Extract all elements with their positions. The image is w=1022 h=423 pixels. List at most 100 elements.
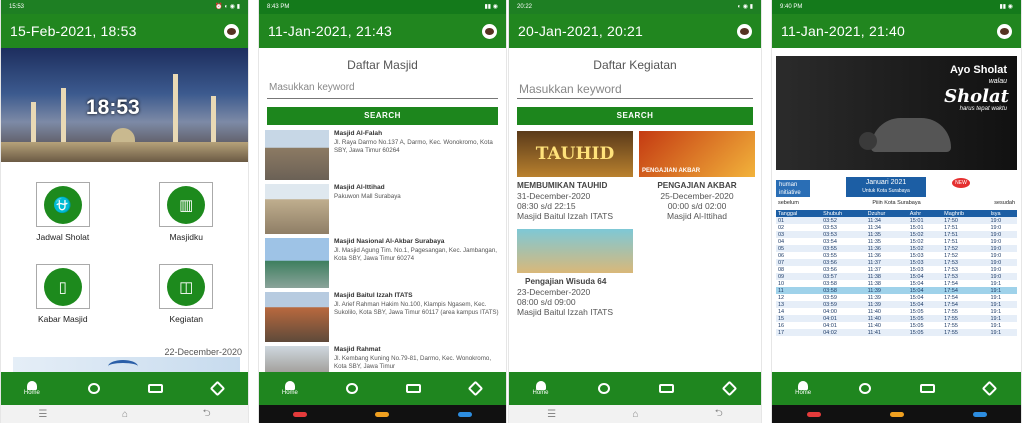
search-button[interactable]: SEARCH <box>517 107 753 125</box>
event-card[interactable]: TAUHID MEMBUMIKAN TAUHID 31-December-202… <box>517 131 633 221</box>
minaret-shape <box>173 74 178 144</box>
nav-home[interactable]: Home <box>788 381 818 396</box>
menu-masjidku[interactable]: ▥ Masjidku <box>125 182 249 242</box>
table-cell: 11:38 <box>865 273 908 280</box>
home-key-icon[interactable]: ⌂ <box>632 409 638 420</box>
nav-clock[interactable] <box>589 383 619 394</box>
avatar-icon[interactable] <box>997 23 1012 39</box>
tile-frame: ⛎ <box>35 182 90 227</box>
nav-pill[interactable] <box>975 380 1005 397</box>
table-cell: 11:40 <box>867 308 881 315</box>
bottom-nav: Home <box>772 372 1021 405</box>
table-cell: 11:39 <box>867 294 881 301</box>
table-cell: 15:02 <box>907 245 943 252</box>
nav-dot-red[interactable] <box>293 411 308 417</box>
tile-frame: ▯ <box>35 264 90 309</box>
avatar-icon[interactable] <box>737 23 752 39</box>
back-key-icon[interactable]: ⮌ <box>203 406 211 423</box>
search-input[interactable]: Masukkan keyword <box>517 80 753 99</box>
menu-label: Kegiatan <box>169 314 204 324</box>
nav-home[interactable]: Home <box>526 381 556 396</box>
ad-banner[interactable] <box>13 357 240 372</box>
nav-dot-orange[interactable] <box>889 411 904 417</box>
nav-home[interactable]: Home <box>17 381 47 396</box>
table-cell: 17:53 <box>942 273 989 280</box>
search-input[interactable]: Masukkan keyword <box>267 80 498 99</box>
table-row: 17 04:02 11:41 15:05 17:55 19:1 <box>776 329 1017 336</box>
clock-icon <box>859 383 872 394</box>
table-cell: 19:1 <box>988 287 1017 294</box>
masjid-address: Jl. Kembang Kuning No.79-81, Darmo, Kec.… <box>334 355 492 370</box>
nav-pill[interactable] <box>460 380 490 397</box>
minaret-shape <box>31 102 36 144</box>
menu-key-icon[interactable]: ☰ <box>38 409 47 420</box>
nav-book[interactable] <box>652 384 682 393</box>
nav-clock[interactable] <box>79 383 109 394</box>
event-date: 31-December-2020 <box>517 191 591 201</box>
avatar-icon[interactable] <box>482 23 497 39</box>
search-button[interactable]: SEARCH <box>267 107 498 125</box>
masjid-address: Jl. Arief Rahman Hakim No.100, Klampis N… <box>334 301 499 316</box>
event-time: 08:30 s/d 22:15 <box>517 201 576 211</box>
nav-book[interactable] <box>140 384 170 393</box>
table-cell: 03:53 <box>821 231 866 238</box>
table-cell: 17:51 <box>944 224 958 231</box>
list-item[interactable]: Masjid Al-Ittihad Pakuwon Mall Surabaya <box>259 183 506 237</box>
nav-book[interactable] <box>913 384 943 393</box>
event-card[interactable]: Pengajian Wisuda 64 23-December-2020 08:… <box>517 229 633 317</box>
event-card[interactable]: PENGAJIAN AKBAR PENGAJIAN AKBAR 25-Decem… <box>639 131 755 221</box>
masjid-thumbnail <box>265 238 329 288</box>
table-cell: 03:56 <box>823 266 837 273</box>
menu-kegiatan[interactable]: ◫ Kegiatan <box>125 264 249 324</box>
prev-link[interactable]: sebelum <box>778 200 799 210</box>
clock-icon <box>597 383 610 394</box>
table-cell: 07 <box>776 259 822 266</box>
table-cell: 17:52 <box>942 245 989 252</box>
nav-pill[interactable] <box>715 380 745 397</box>
table-cell: 11:35 <box>867 238 881 245</box>
book-icon <box>659 384 674 393</box>
masjid-address: Jl. Raya Darmo No.137 A, Darmo, Kec. Won… <box>334 139 493 154</box>
minaret-shape <box>211 96 216 144</box>
banner-line3: Sholat <box>944 86 1009 107</box>
list-item[interactable]: Masjid Rahmat Jl. Kembang Kuning No.79-8… <box>259 345 506 373</box>
table-cell: 11:34 <box>867 224 881 231</box>
table-cell: 17:53 <box>944 266 958 273</box>
menu-jadwal-sholat[interactable]: ⛎ Jadwal Sholat <box>1 182 125 242</box>
table-cell: 19:0 <box>990 224 1002 231</box>
book-icon <box>147 384 163 393</box>
next-link[interactable]: sesudah <box>994 200 1015 210</box>
table-row: 08 03:56 11:37 15:03 17:53 19:0 <box>776 266 1017 273</box>
avatar-icon[interactable] <box>224 23 239 39</box>
table-cell: 02 <box>778 224 785 231</box>
system-nav <box>259 405 506 423</box>
table-cell: 03:57 <box>821 273 866 280</box>
nav-clock[interactable] <box>337 383 367 394</box>
nav-home[interactable]: Home <box>275 381 305 396</box>
menu-key-icon[interactable]: ☰ <box>547 409 556 420</box>
new-badge: NEW <box>952 178 970 188</box>
table-cell: 10 <box>778 280 785 287</box>
list-item[interactable]: Masjid Baitul Izzah ITATS Jl. Arief Rahm… <box>259 291 506 345</box>
table-cell: 19:0 <box>990 266 1002 273</box>
tile-frame: ▥ <box>159 182 214 227</box>
nav-book[interactable] <box>398 384 428 393</box>
table-row: 06 03:55 11:36 15:03 17:52 19:0 <box>776 252 1017 259</box>
back-key-icon[interactable]: ⮌ <box>715 406 723 423</box>
menu-kabar-masjid[interactable]: ▯ Kabar Masjid <box>1 264 125 324</box>
nav-dot-blue[interactable] <box>972 411 987 417</box>
nav-pill[interactable] <box>202 380 232 397</box>
nav-dot-blue[interactable] <box>457 411 472 417</box>
table-cell: 01 <box>776 217 822 224</box>
list-item[interactable]: Masjid Nasional Al-Akbar Surabaya Jl. Ma… <box>259 237 506 291</box>
table-cell: 15:04 <box>907 301 943 308</box>
nav-dot-orange[interactable] <box>375 411 390 417</box>
table-cell: 15:04 <box>909 280 924 287</box>
item-text: Masjid Al-Falah Jl. Raya Darmo No.137 A,… <box>329 130 500 183</box>
list-item[interactable]: Masjid Al-Falah Jl. Raya Darmo No.137 A,… <box>259 129 506 183</box>
home-key-icon[interactable]: ⌂ <box>122 409 128 420</box>
nav-dot-red[interactable] <box>806 411 821 417</box>
pill-icon <box>721 380 738 397</box>
nav-clock[interactable] <box>850 383 880 394</box>
table-cell: 19:0 <box>988 259 1017 266</box>
